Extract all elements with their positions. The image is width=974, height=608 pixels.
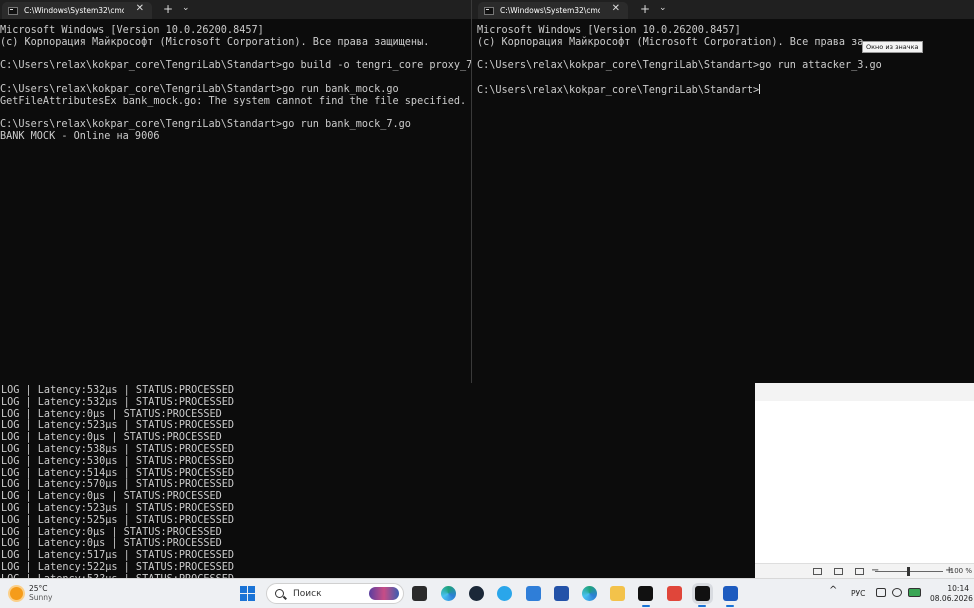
terminal-line: Microsoft Windows [Version 10.0.26200.84… (477, 25, 741, 36)
terminal-line: C:\Users\relax\kokpar_core\TengriLab\Sta… (477, 83, 761, 96)
command-prompt-icon[interactable] (695, 586, 710, 601)
terminal-line: LOG | Latency:530µs | STATUS:PROCESSED (1, 455, 235, 467)
taskbar: 25°C Sunny Поиск ^ РУС 10:14 08.06.2026 (0, 578, 974, 608)
terminal-line: LOG | Latency:525µs | STATUS:PROCESSED (1, 514, 235, 526)
terminal-line: (c) Корпорация Майкрософт (Microsoft Cor… (477, 36, 864, 48)
terminal-line: LOG | Latency:570µs | STATUS:PROCESSED (1, 479, 235, 491)
right-tab-bar: C:\Windows\System32\cmd.exe ✕ + ⌄ (472, 0, 974, 19)
terminal-line: LOG | Latency:0µs | STATUS:PROCESSED (1, 538, 222, 550)
edge-dev-icon[interactable] (582, 586, 597, 601)
weather-widget[interactable]: 25°C Sunny (10, 584, 52, 602)
left-terminal-output: Microsoft Windows [Version 10.0.26200.84… (0, 25, 471, 143)
tab-close-icon[interactable]: ✕ (612, 3, 620, 14)
terminal-line: LOG | Latency:0µs | STATUS:PROCESSED (1, 432, 222, 444)
terminal-line: LOG | Latency:523µs | STATUS:PROCESSED (1, 502, 235, 514)
tooltip: Окно из значка (862, 41, 923, 53)
left-tab-bar: C:\Windows\System32\cmd.exe ✕ + ⌄ (0, 0, 471, 19)
terminal-line: BANK MOCK - Online на 9006 (0, 131, 160, 143)
terminal-line: LOG | Latency:0µs | STATUS:PROCESSED (1, 408, 222, 420)
new-tab-button[interactable]: + (640, 2, 650, 16)
sun-icon (10, 586, 23, 600)
terminal-line: C:\Users\relax\kokpar_core\TengriLab\Sta… (0, 83, 399, 95)
terminal-line: LOG | Latency:532µs | STATUS:PROCESSED (1, 385, 235, 396)
tab-dropdown-button[interactable]: ⌄ (182, 3, 190, 13)
terminal-icon (8, 6, 18, 15)
terminal-line: C:\Users\relax\kokpar_core\TengriLab\Sta… (0, 60, 471, 72)
powershell-icon[interactable] (554, 586, 569, 601)
terminal-line: LOG | Latency:532µs | STATUS:PROCESSED (1, 396, 235, 408)
steam-icon[interactable] (469, 586, 484, 601)
active-indicator (698, 605, 706, 607)
terminal-line: GetFileAttributesEx bank_mock.go: The sy… (0, 95, 467, 107)
weather-temperature: 25°C (29, 584, 48, 593)
left-terminal-tab[interactable]: C:\Windows\System32\cmd.exe ✕ (2, 2, 152, 19)
read-mode-icon[interactable] (813, 568, 822, 575)
input-language-indicator[interactable]: РУС (851, 589, 865, 598)
show-hidden-icons-chevron-icon[interactable]: ^ (829, 585, 837, 596)
log-output: LOG | Latency:532µs | STATUS:PROCESSED LO… (1, 385, 234, 578)
print-layout-icon[interactable] (834, 568, 843, 575)
terminal-line: LOG | Latency:517µs | STATUS:PROCESSED (1, 550, 235, 562)
search-highlight-icon (369, 587, 399, 600)
word-status-bar: − + 100 % (755, 563, 974, 579)
terminal-app-icon[interactable] (638, 586, 653, 601)
tab-title: C:\Windows\System32\cmd.exe (500, 6, 600, 15)
terminal-line: LOG | Latency:0µs | STATUS:PROCESSED (1, 526, 222, 538)
git-client-icon[interactable] (667, 586, 682, 601)
tab-dropdown-button[interactable]: ⌄ (659, 3, 667, 13)
document-ruler (755, 383, 974, 401)
tab-close-icon[interactable]: ✕ (136, 3, 144, 14)
zoom-slider-knob[interactable] (907, 567, 910, 576)
text-cursor (759, 83, 761, 94)
search-icon (275, 589, 284, 598)
search-placeholder: Поиск (293, 588, 322, 599)
terminal-icon (484, 6, 494, 15)
battery-icon[interactable] (908, 588, 921, 597)
task-view-icon[interactable] (412, 586, 427, 601)
file-explorer-icon[interactable] (610, 586, 625, 601)
start-button[interactable] (240, 586, 255, 601)
clock-date[interactable]: 08.06.2026 (930, 594, 973, 603)
terminal-line: C:\Users\relax\kokpar_core\TengriLab\Sta… (0, 119, 411, 131)
weather-condition: Sunny (29, 593, 53, 602)
zoom-level[interactable]: 100 % (950, 567, 972, 575)
right-terminal-output: Microsoft Windows [Version 10.0.26200.84… (477, 25, 882, 97)
word-icon[interactable] (723, 586, 738, 601)
weather-text: 25°C Sunny (29, 584, 52, 602)
document-background (755, 383, 974, 578)
clock-time[interactable]: 10:14 (943, 584, 969, 594)
terminal-line: Microsoft Windows [Version 10.0.26200.84… (0, 25, 264, 36)
right-terminal-window[interactable]: C:\Windows\System32\cmd.exe ✕ + ⌄ Micros… (471, 0, 974, 383)
right-terminal-tab[interactable]: C:\Windows\System32\cmd.exe ✕ (478, 2, 628, 19)
log-terminal-window[interactable]: LOG | Latency:532µs | STATUS:PROCESSED LO… (0, 383, 755, 578)
tab-title: C:\Windows\System32\cmd.exe (24, 6, 124, 15)
network-icon[interactable] (876, 588, 886, 597)
active-indicator (642, 605, 650, 607)
notepad-icon[interactable] (526, 586, 541, 601)
terminal-line: C:\Users\relax\kokpar_core\TengriLab\Sta… (477, 60, 882, 72)
terminal-line: LOG | Latency:514µs | STATUS:PROCESSED (1, 467, 235, 479)
active-indicator (726, 605, 734, 607)
terminal-line: LOG | Latency:538µs | STATUS:PROCESSED (1, 443, 235, 455)
terminal-line: LOG | Latency:523µs | STATUS:PROCESSED (1, 420, 235, 432)
terminal-line: (c) Корпорация Майкрософт (Microsoft Cor… (0, 36, 430, 48)
edge-browser-icon[interactable] (441, 586, 456, 601)
terminal-line: LOG | Latency:0µs | STATUS:PROCESSED (1, 491, 222, 503)
left-terminal-window[interactable]: C:\Windows\System32\cmd.exe ✕ + ⌄ Micros… (0, 0, 471, 383)
search-box[interactable]: Поиск (266, 583, 404, 604)
new-tab-button[interactable]: + (163, 2, 173, 16)
web-layout-icon[interactable] (855, 568, 864, 575)
terminal-line: LOG | Latency:522µs | STATUS:PROCESSED (1, 561, 235, 573)
volume-icon[interactable] (892, 588, 902, 597)
telegram-icon[interactable] (497, 586, 512, 601)
